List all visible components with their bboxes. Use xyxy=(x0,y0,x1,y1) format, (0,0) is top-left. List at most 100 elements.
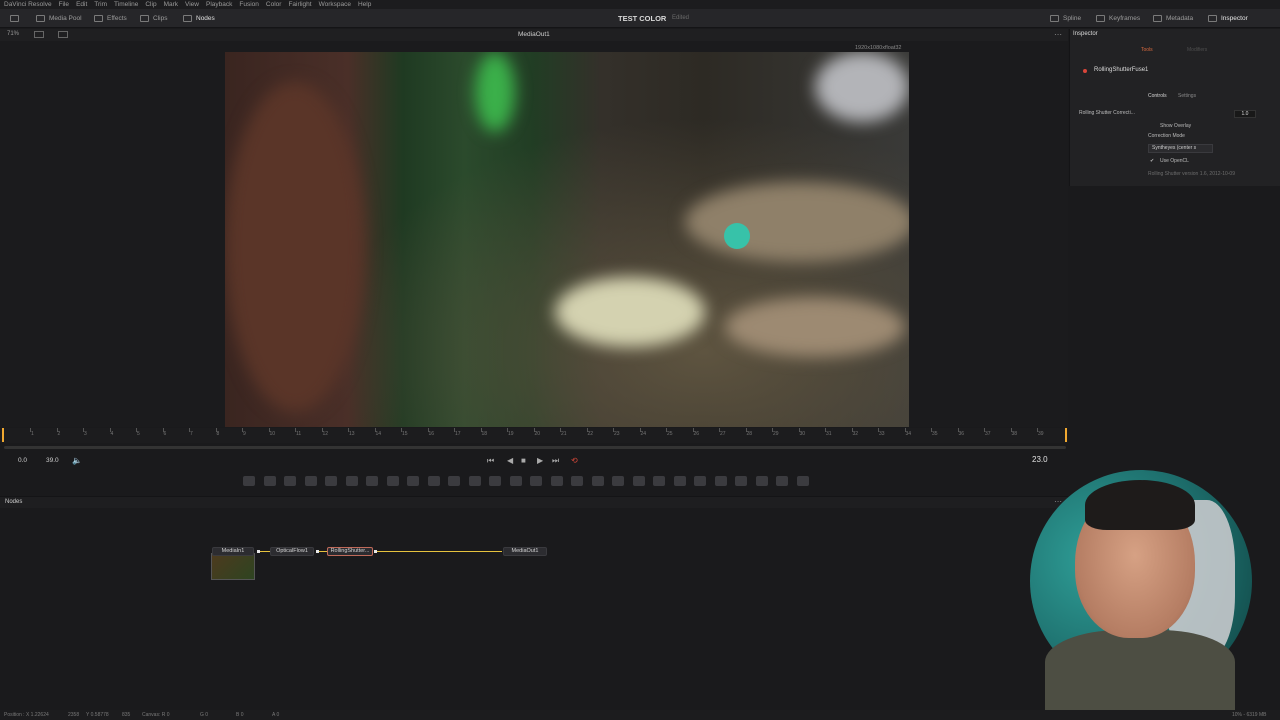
tab-controls[interactable]: Controls xyxy=(1148,93,1167,99)
viewer-title: MediaOut1 xyxy=(518,31,550,38)
menu-item[interactable]: DaVinci Resolve xyxy=(4,0,52,9)
tool-icon[interactable] xyxy=(735,476,747,486)
menu-item[interactable]: Color xyxy=(266,0,282,9)
effects-button[interactable]: Effects xyxy=(94,13,127,24)
tab-tools[interactable]: Tools xyxy=(1141,47,1153,53)
metadata-button[interactable]: Metadata xyxy=(1153,13,1193,24)
show-overlay-checkbox[interactable]: Show Overlay xyxy=(1160,123,1191,129)
tool-icon[interactable] xyxy=(366,476,378,486)
render-range-start[interactable] xyxy=(2,428,4,442)
menu-item[interactable]: Trim xyxy=(94,0,107,9)
node-mediain1[interactable]: MediaIn1 xyxy=(212,547,254,556)
tool-icon[interactable] xyxy=(612,476,624,486)
correction-mode-dropdown[interactable]: Syntheyes (center s xyxy=(1148,144,1213,153)
menu-item[interactable]: Workspace xyxy=(319,0,351,9)
menu-item[interactable]: View xyxy=(185,0,199,9)
menu-item[interactable]: Fairlight xyxy=(288,0,311,9)
project-title: TEST COLOR xyxy=(618,14,667,23)
menu-item[interactable]: Playback xyxy=(206,0,232,9)
tool-icon[interactable] xyxy=(776,476,788,486)
correction-value-input[interactable]: 1.0 xyxy=(1234,110,1256,118)
menu-item[interactable]: Help xyxy=(358,0,371,9)
viewer-more-icon[interactable]: ⋯ xyxy=(1054,30,1062,39)
nodes-title: Nodes xyxy=(5,499,23,505)
menu-item[interactable]: Fusion xyxy=(239,0,259,9)
menu-item[interactable]: Edit xyxy=(76,0,87,9)
tool-icon[interactable] xyxy=(345,476,358,486)
node-mediaout1[interactable]: MediaOut1 xyxy=(503,547,547,556)
roi-icon[interactable] xyxy=(58,31,68,38)
tool-icon[interactable] xyxy=(263,476,276,486)
tool-icon[interactable] xyxy=(284,476,296,486)
play-reverse-icon[interactable]: ◀ xyxy=(507,456,513,465)
viewer-header: 71% MediaOut1 ⋯ xyxy=(0,29,1068,41)
ruler-label: 35 xyxy=(932,431,938,437)
tool-icon[interactable] xyxy=(530,476,542,486)
use-opencl-checkbox[interactable]: Use OpenCL xyxy=(1160,158,1189,164)
audio-icon[interactable]: 🔈 xyxy=(72,456,82,465)
spline-button[interactable]: Spline xyxy=(1050,13,1081,24)
menu-item[interactable]: Timeline xyxy=(114,0,138,9)
view-options-icon[interactable] xyxy=(34,31,44,38)
tool-icon[interactable] xyxy=(509,476,522,486)
tool-icon[interactable] xyxy=(325,476,337,486)
tool-icon[interactable] xyxy=(755,476,768,486)
viewer-frame[interactable] xyxy=(225,52,909,427)
tab-modifiers[interactable]: Modifiers xyxy=(1187,47,1207,53)
status-bar: Position : X 1.22624 2358 Y 0.58778 835 … xyxy=(0,710,1280,720)
current-frame[interactable]: 23.0 xyxy=(1032,455,1048,464)
node-editor[interactable]: MediaIn1 OpticalFlow1 RollingShutter... … xyxy=(0,508,1068,708)
timeline-scrubber[interactable] xyxy=(4,446,1066,449)
inspector-button[interactable]: Inspector xyxy=(1208,13,1248,24)
zoom-level[interactable]: 71% xyxy=(7,31,19,37)
ruler-label: 37 xyxy=(985,431,991,437)
tool-icon[interactable] xyxy=(427,476,440,486)
nodes-button[interactable]: Nodes xyxy=(183,13,215,24)
mediain-thumbnail[interactable] xyxy=(211,553,255,580)
render-range-end[interactable] xyxy=(1065,428,1067,442)
clips-button[interactable]: Clips xyxy=(140,13,167,24)
tool-icon[interactable] xyxy=(407,476,419,486)
tool-icon[interactable] xyxy=(386,476,399,486)
node-opticalflow1[interactable]: OpticalFlow1 xyxy=(270,547,314,556)
tool-icon[interactable] xyxy=(571,476,583,486)
tool-name[interactable]: RollingShutterFuse1 xyxy=(1094,67,1148,73)
tool-icon[interactable] xyxy=(468,476,481,486)
tool-icon[interactable] xyxy=(243,476,255,486)
status-b: B 0 xyxy=(236,712,244,718)
tool-icon[interactable] xyxy=(694,476,706,486)
tool-icon[interactable] xyxy=(714,476,727,486)
menu-item[interactable]: File xyxy=(59,0,69,9)
media-pool-button[interactable]: Media Pool xyxy=(36,13,82,24)
start-time[interactable]: 0.0 xyxy=(18,457,27,464)
time-ruler[interactable]: 1 2 3 4 5 6 7 8 9 10 11 12 13 14 15 16 17 18 19 20 21 22 23 24 2… xyxy=(0,428,1068,443)
transport-controls: 0.0 39.0 🔈 ⏮ ◀ ■ ▶ ⏭ ⟲ xyxy=(0,452,1068,468)
go-to-end-icon[interactable]: ⏭ xyxy=(552,456,559,466)
loop-icon[interactable]: ⟲ xyxy=(571,456,578,465)
tool-icon[interactable] xyxy=(796,476,809,486)
tool-icon[interactable] xyxy=(550,476,563,486)
menu-item[interactable]: Mark xyxy=(164,0,178,9)
ruler-label: 8 xyxy=(216,431,220,437)
tool-icon[interactable] xyxy=(448,476,460,486)
pipe xyxy=(260,551,270,552)
menu-item[interactable]: Clip xyxy=(145,0,156,9)
ruler-label: 38 xyxy=(1011,431,1018,437)
tool-icon[interactable] xyxy=(304,476,317,486)
panel-toggle-icon[interactable] xyxy=(10,13,23,24)
stop-icon[interactable]: ■ xyxy=(521,456,526,465)
spline-icon xyxy=(1050,15,1059,22)
keyframes-button[interactable]: Keyframes xyxy=(1096,13,1140,24)
tab-settings[interactable]: Settings xyxy=(1178,93,1196,99)
node-rollingshutter[interactable]: RollingShutter... xyxy=(327,547,373,556)
tool-icon[interactable] xyxy=(489,476,501,486)
go-to-start-icon[interactable]: ⏮ xyxy=(487,456,494,466)
tool-icon[interactable] xyxy=(653,476,665,486)
hand-blur xyxy=(725,297,905,357)
play-icon[interactable]: ▶ xyxy=(537,456,543,465)
tool-icon[interactable] xyxy=(591,476,604,486)
tool-icon[interactable] xyxy=(673,476,686,486)
resolution-label: 1920x1080xfloat32 xyxy=(855,45,902,51)
tool-icon[interactable] xyxy=(632,476,645,486)
end-time[interactable]: 39.0 xyxy=(46,457,59,464)
